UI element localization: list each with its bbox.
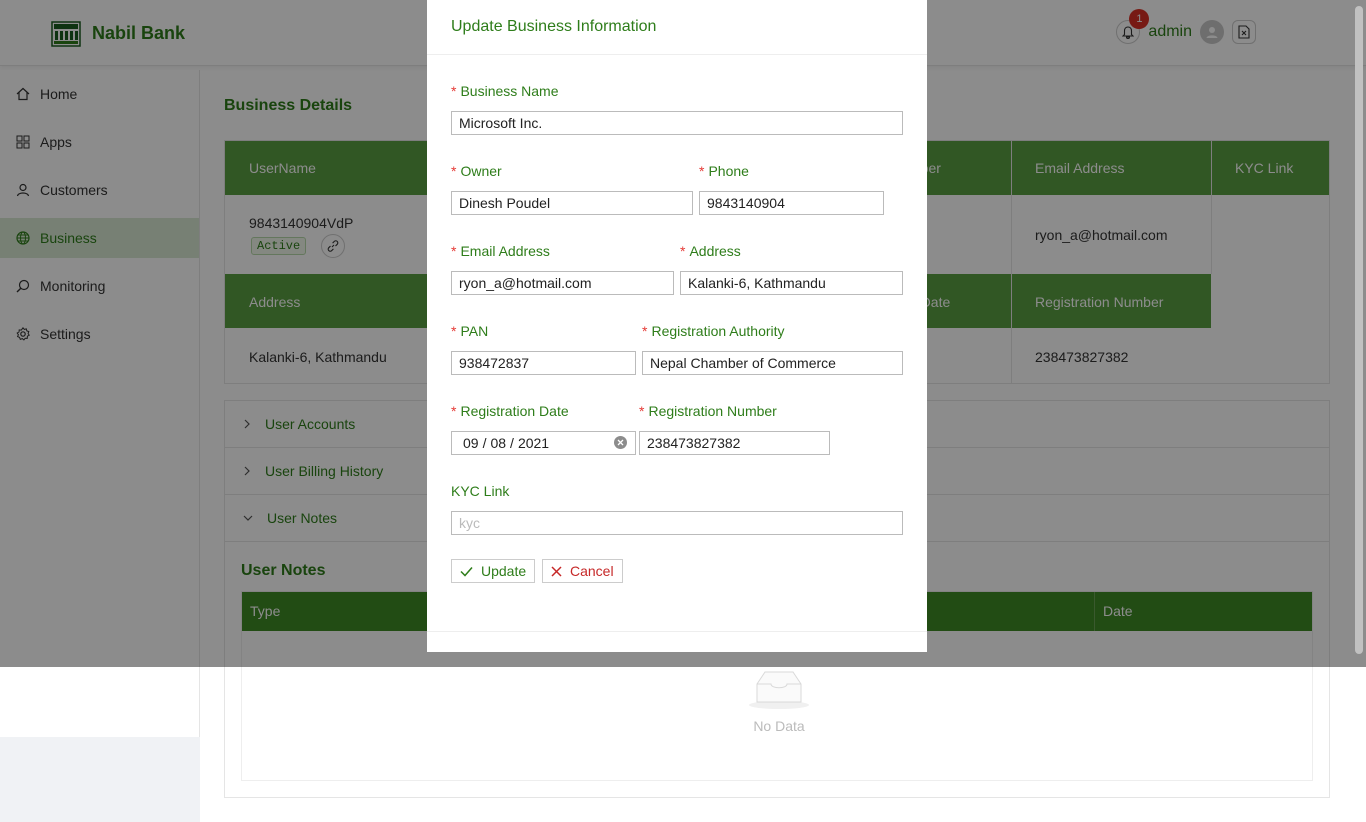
sidebar-footer-area xyxy=(0,737,200,822)
page: Nabil Bank 1 admin Home Apps Customers B… xyxy=(0,0,1366,822)
address-label: * Address xyxy=(680,243,741,259)
date-separator: / xyxy=(482,435,487,451)
divider xyxy=(427,631,927,632)
reg-number-label: * Registration Number xyxy=(639,403,777,419)
date-year[interactable]: 2021 xyxy=(518,435,549,451)
owner-field[interactable] xyxy=(451,191,693,215)
reg-authority-label: * Registration Authority xyxy=(642,323,785,339)
cancel-label: Cancel xyxy=(570,563,614,579)
divider xyxy=(427,54,927,55)
business-name-field[interactable] xyxy=(451,111,903,135)
phone-field[interactable] xyxy=(699,191,884,215)
scrollbar[interactable] xyxy=(1355,6,1363,654)
empty-inbox-icon xyxy=(749,671,809,709)
pan-field[interactable] xyxy=(451,351,636,375)
cancel-button[interactable]: Cancel xyxy=(542,559,623,583)
address-field[interactable] xyxy=(680,271,903,295)
date-separator: / xyxy=(510,435,514,451)
update-business-modal: Update Business Information * Business Na… xyxy=(427,0,927,652)
pan-label: * PAN xyxy=(451,323,489,339)
close-icon xyxy=(617,439,624,446)
update-label: Update xyxy=(481,563,527,579)
update-button[interactable]: Update xyxy=(451,559,536,583)
check-icon xyxy=(460,566,473,577)
phone-label: * Phone xyxy=(699,163,749,179)
business-name-label: * Business Name xyxy=(451,83,559,99)
email-label: * Email Address xyxy=(451,243,550,259)
clear-date-button[interactable] xyxy=(614,436,627,449)
date-day[interactable]: 08 xyxy=(490,435,506,451)
reg-date-label: * Registration Date xyxy=(451,403,569,419)
email-field[interactable] xyxy=(451,271,674,295)
reg-authority-field[interactable] xyxy=(642,351,903,375)
modal-title: Update Business Information xyxy=(451,18,657,35)
empty-state: No Data xyxy=(747,670,811,734)
date-month[interactable]: 09 xyxy=(463,435,479,451)
kyc-field[interactable] xyxy=(451,511,903,535)
owner-label: * Owner xyxy=(451,163,502,179)
reg-date-picker[interactable]: 09 / 08 / 2021 xyxy=(451,431,636,455)
kyc-label: KYC Link xyxy=(451,483,510,499)
close-icon xyxy=(551,565,562,577)
empty-text: No Data xyxy=(753,718,805,734)
reg-number-field[interactable] xyxy=(639,431,830,455)
